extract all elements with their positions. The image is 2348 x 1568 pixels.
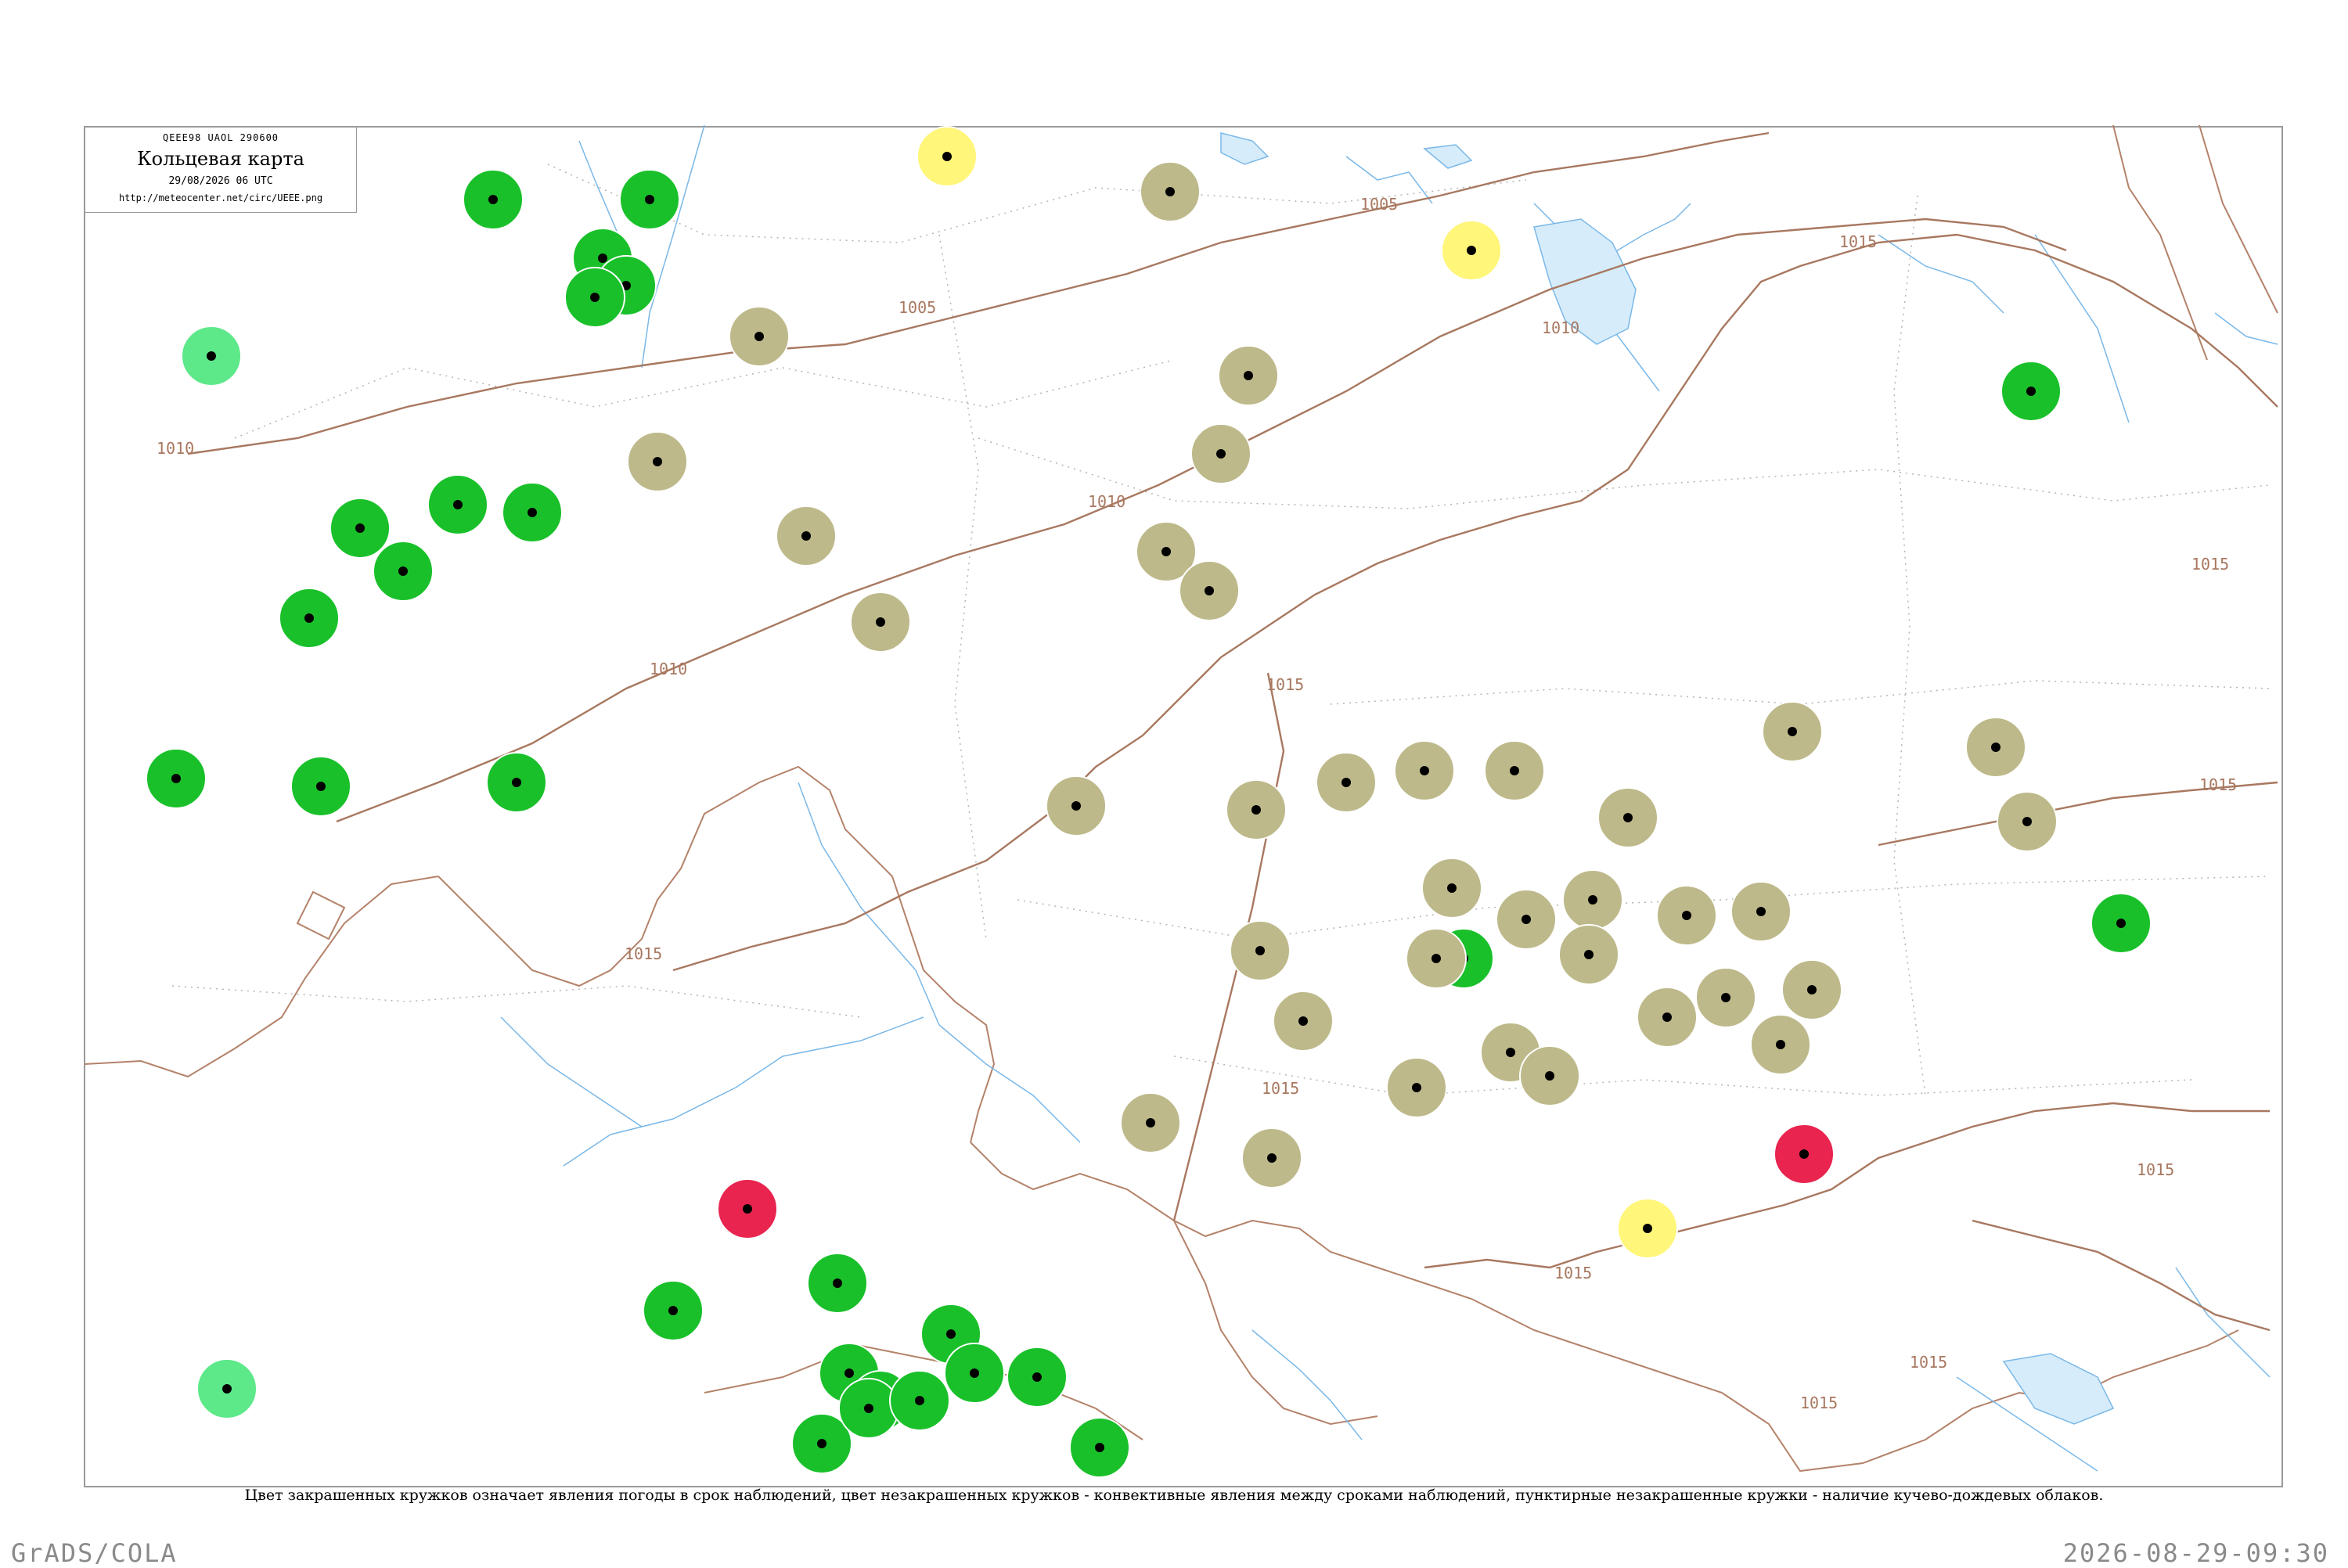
station-cloud-cover-symbol (1447, 883, 1457, 893)
station-cloud-cover-symbol (1662, 1012, 1672, 1022)
station-cloud-cover-symbol (1251, 805, 1261, 815)
station-cloud-cover-symbol (222, 1384, 232, 1394)
station-cloud-cover-symbol (754, 332, 764, 341)
station-cloud-cover-symbol (942, 152, 952, 161)
source-url: http://meteocenter.net/circ/UEEE.png (118, 192, 323, 203)
isobar-label: 1015 (2191, 555, 2229, 574)
station-cloud-cover-symbol (207, 351, 216, 361)
station-cloud-cover-symbol (1244, 371, 1253, 380)
station-cloud-cover-symbol (915, 1396, 924, 1405)
station-cloud-cover-symbol (398, 566, 408, 576)
station-cloud-cover-symbol (590, 293, 600, 302)
isobar-label: 1015 (2137, 1160, 2174, 1179)
station-cloud-cover-symbol (817, 1439, 826, 1448)
station-cloud-cover-symbol (864, 1404, 873, 1413)
station-cloud-cover-symbol (1510, 766, 1519, 775)
station-cloud-cover-symbol (1431, 954, 1441, 963)
isobar-label: 1015 (1554, 1264, 1592, 1282)
isobar-label: 1015 (1839, 232, 1877, 251)
station-cloud-cover-symbol (1467, 246, 1476, 255)
station-cloud-cover-symbol (1267, 1153, 1277, 1163)
station-cloud-cover-symbol (1071, 801, 1081, 811)
station-cloud-cover-symbol (171, 774, 181, 783)
station-cloud-cover-symbol (1032, 1372, 1042, 1382)
station-cloud-cover-symbol (876, 617, 885, 627)
station-cloud-cover-symbol (743, 1204, 752, 1214)
station-cloud-cover-symbol (1146, 1118, 1155, 1127)
isobar-label: 1015 (1266, 675, 1304, 694)
station-cloud-cover-symbol (355, 523, 365, 533)
station-cloud-cover-symbol (1161, 547, 1171, 556)
isobar-label: 1010 (650, 660, 687, 678)
station-cloud-cover-symbol (1420, 766, 1429, 775)
station-cloud-cover-symbol (1756, 907, 1766, 916)
map-title-box: QEEE98 UAOL 290600 Кольцевая карта 29/08… (85, 127, 357, 213)
station-cloud-cover-symbol (1807, 985, 1817, 994)
station-cloud-cover-symbol (946, 1329, 956, 1339)
station-cloud-cover-symbol (304, 613, 314, 623)
map-title: Кольцевая карта (137, 148, 304, 170)
station-cloud-cover-symbol (1643, 1224, 1652, 1233)
station-cloud-cover-symbol (844, 1368, 854, 1378)
station-cloud-cover-symbol (1545, 1071, 1554, 1081)
station-cloud-cover-symbol (1588, 895, 1597, 904)
station-cloud-cover-symbol (645, 195, 654, 204)
station-cloud-cover-symbol (1776, 1040, 1785, 1049)
weather-map: 1005 1005 1010 1010 1010 1010 1015 1015 … (84, 124, 2283, 1487)
station-cloud-cover-symbol (1799, 1149, 1809, 1159)
isobar-label: 1015 (1910, 1353, 1947, 1372)
isobar-label: 1005 (1360, 195, 1398, 214)
isobar-label: 1010 (1542, 318, 1579, 337)
legend-caption: Цвет закрашенных кружков означает явлени… (244, 1487, 2104, 1504)
station-cloud-cover-symbol (2026, 387, 2036, 396)
station-cloud-cover-symbol (1682, 911, 1691, 920)
station-cloud-cover-symbol (833, 1278, 842, 1288)
map-frame (84, 126, 2283, 1487)
station-cloud-cover-symbol (488, 195, 498, 204)
station-cloud-cover-symbol (1412, 1083, 1421, 1092)
station-cloud-cover-symbol (1991, 743, 2000, 752)
isobar-label: 1010 (1088, 492, 1125, 511)
isobar-label: 1015 (625, 944, 662, 963)
render-timestamp: 2026-08-29-09:30 (2062, 1538, 2329, 1568)
station-cloud-cover-symbol (653, 457, 662, 466)
isobar-label: 1015 (2199, 775, 2237, 794)
station-cloud-cover-symbol (1721, 993, 1730, 1002)
station-cloud-cover-symbol (2116, 919, 2126, 928)
isobar-label: 1015 (1262, 1079, 1299, 1098)
bulletin-code: QEEE98 UAOL 290600 (162, 132, 279, 143)
isobar-label: 1015 (1800, 1394, 1838, 1412)
station-cloud-cover-symbol (1506, 1048, 1515, 1057)
station-cloud-cover-symbol (598, 254, 607, 263)
station-cloud-cover-symbol (1623, 813, 1633, 822)
isobar-label: 1010 (157, 439, 194, 458)
station-cloud-cover-symbol (1584, 950, 1594, 959)
station-cloud-cover-symbol (2022, 817, 2032, 826)
station-cloud-cover-symbol (1341, 778, 1351, 787)
isobar-label: 1005 (899, 298, 936, 317)
station-cloud-cover-symbol (512, 778, 521, 787)
station-cloud-cover-symbol (1298, 1016, 1308, 1026)
station-cloud-cover-symbol (1165, 187, 1175, 196)
station-cloud-cover-symbol (1522, 915, 1531, 924)
station-cloud-cover-symbol (668, 1306, 678, 1315)
observation-time: 29/08/2026 06 UTC (168, 175, 273, 187)
station-cloud-cover-symbol (1255, 946, 1265, 955)
station-cloud-cover-symbol (970, 1368, 979, 1378)
station-cloud-cover-symbol (1216, 449, 1226, 459)
software-credit: GrADS/COLA (11, 1538, 178, 1568)
station-cloud-cover-symbol (1788, 727, 1797, 736)
station-cloud-cover-symbol (528, 508, 537, 517)
station-cloud-cover-symbol (1095, 1443, 1104, 1452)
station-cloud-cover-symbol (1205, 586, 1214, 595)
station-cloud-cover-symbol (453, 500, 463, 509)
station-cloud-cover-symbol (801, 531, 811, 541)
station-cloud-cover-symbol (316, 782, 326, 791)
